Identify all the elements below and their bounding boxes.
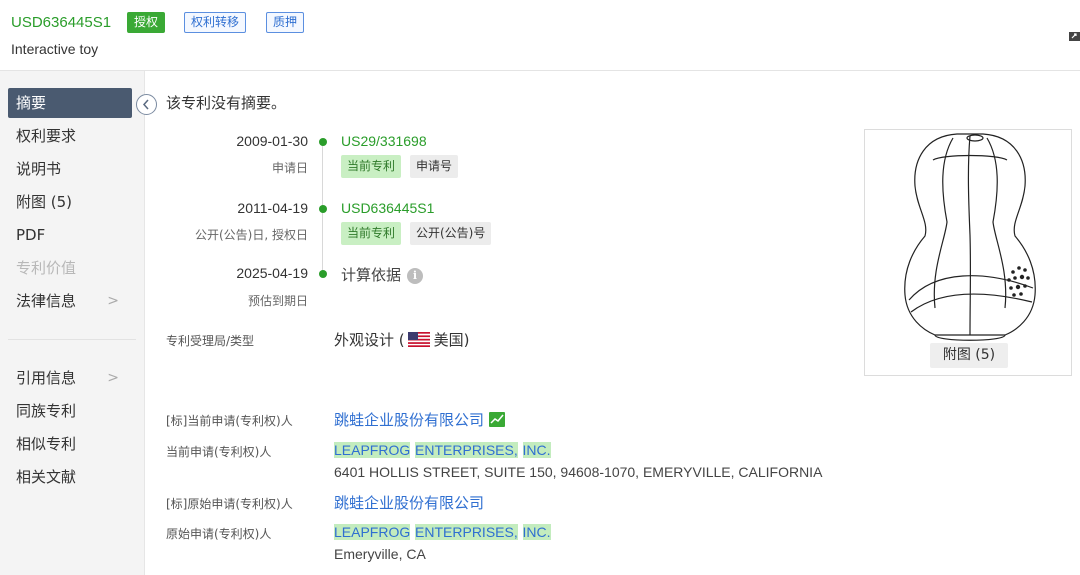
timeline-dot: [319, 205, 327, 213]
trend-chart-icon[interactable]: [489, 412, 506, 427]
application-number[interactable]: US29/331698: [341, 133, 427, 149]
original-applicant-label: 原始申请(专利权)人: [166, 527, 272, 541]
country-name: 美国): [433, 331, 470, 349]
application-date-label: 申请日: [271, 161, 308, 175]
us-flag-icon: [407, 332, 430, 347]
sidebar-item-citations[interactable]: 引用信息 >: [16, 363, 131, 393]
patent-title: Interactive toy: [11, 41, 99, 57]
name-part: ENTERPRISES,: [415, 442, 518, 458]
chevron-right-icon: >: [107, 293, 119, 309]
drawing-caption[interactable]: 附图 (5): [930, 343, 1008, 368]
sidebar-item-pdf[interactable]: PDF: [16, 220, 131, 250]
name-part: LEAPFROG: [334, 442, 411, 458]
share-icon[interactable]: [1069, 30, 1080, 42]
publication-number[interactable]: USD636445S1: [341, 200, 434, 216]
sidebar-item-drawings[interactable]: 附图 (5): [16, 187, 131, 217]
status-badge-granted: 授权: [127, 12, 166, 33]
sidebar-item-abstract[interactable]: 摘要: [8, 88, 132, 118]
chevron-left-icon: [142, 99, 149, 110]
timeline-dot: [319, 270, 327, 278]
sidebar-item-patent-value: 专利价值: [16, 259, 77, 277]
calculation-basis-label: 计算依据: [341, 266, 402, 284]
sidebar-item-related-docs[interactable]: 相关文献: [16, 462, 131, 492]
current-applicant-name[interactable]: LEAPFROG ENTERPRISES, INC.: [334, 441, 551, 459]
std-original-applicant-label: [标]原始申请(专利权)人: [166, 497, 293, 511]
expiry-date: 2025-04-19: [236, 265, 308, 281]
std-current-applicant-link[interactable]: 跳蛙企业股份有限公司: [334, 411, 484, 429]
original-applicant-address: Emeryville, CA: [334, 546, 426, 562]
sidebar-item-label: 法律信息: [16, 292, 77, 310]
chevron-right-icon: >: [107, 370, 119, 386]
name-part: INC.: [522, 524, 551, 540]
name-part: ENTERPRISES,: [415, 524, 518, 540]
badge-application-number: 申请号: [410, 155, 459, 178]
badge-current-patent: 当前专利: [341, 155, 402, 178]
sidebar-nav: 摘要 权利要求 说明书 附图 (5) PDF 专利价值 法律信息 > 引用信息 …: [0, 71, 145, 575]
office-type-value: 外观设计 ( 美国): [334, 329, 469, 350]
std-current-applicant: 跳蛙企业股份有限公司: [334, 409, 506, 430]
sidebar-item-legal-info[interactable]: 法律信息 >: [16, 286, 131, 316]
expiry-date-label: 预估到期日: [247, 294, 308, 308]
patent-header: USD636445S1 授权 权利转移 质押 Interactive toy: [0, 0, 1080, 71]
std-original-applicant-link[interactable]: 跳蛙企业股份有限公司: [334, 492, 484, 513]
design-type: 外观设计 (: [334, 331, 405, 349]
sidebar-item-similar[interactable]: 相似专利: [16, 429, 131, 459]
sidebar-item-description[interactable]: 说明书: [16, 154, 131, 184]
sidebar-item-family[interactable]: 同族专利: [16, 396, 131, 426]
info-icon[interactable]: i: [407, 268, 424, 284]
publication-date-label: 公开(公告)日, 授权日: [195, 228, 308, 242]
timeline-dot: [319, 138, 327, 146]
current-applicant-address: 6401 HOLLIS STREET, SUITE 150, 94608-107…: [334, 464, 823, 480]
patent-number: USD636445S1: [11, 14, 112, 31]
sidebar-item-label: 引用信息: [16, 369, 77, 387]
name-part: INC.: [522, 442, 551, 458]
calculation-basis[interactable]: 计算依据 i: [341, 264, 424, 285]
abstract-text: 该专利没有摘要。: [166, 94, 287, 112]
std-current-applicant-label: [标]当前申请(专利权)人: [166, 414, 293, 428]
original-applicant-name[interactable]: LEAPFROG ENTERPRISES, INC.: [334, 523, 551, 541]
tag-pledge[interactable]: 质押: [266, 12, 305, 33]
name-part: LEAPFROG: [334, 524, 411, 540]
collapse-sidebar-button[interactable]: [136, 94, 157, 115]
badge-current-patent: 当前专利: [341, 222, 402, 245]
sidebar-item-claims[interactable]: 权利要求: [16, 121, 131, 151]
toy-drawing-image: [904, 133, 1036, 341]
publication-date: 2011-04-19: [237, 200, 308, 216]
drawing-card[interactable]: [864, 129, 1072, 376]
office-type-label: 专利受理局/类型: [166, 334, 255, 348]
tag-rights-transfer[interactable]: 权利转移: [184, 12, 247, 33]
sidebar-divider: [8, 339, 136, 340]
application-date: 2009-01-30: [236, 133, 308, 149]
current-applicant-label: 当前申请(专利权)人: [166, 445, 272, 459]
badge-publication-number: 公开(公告)号: [410, 222, 492, 245]
